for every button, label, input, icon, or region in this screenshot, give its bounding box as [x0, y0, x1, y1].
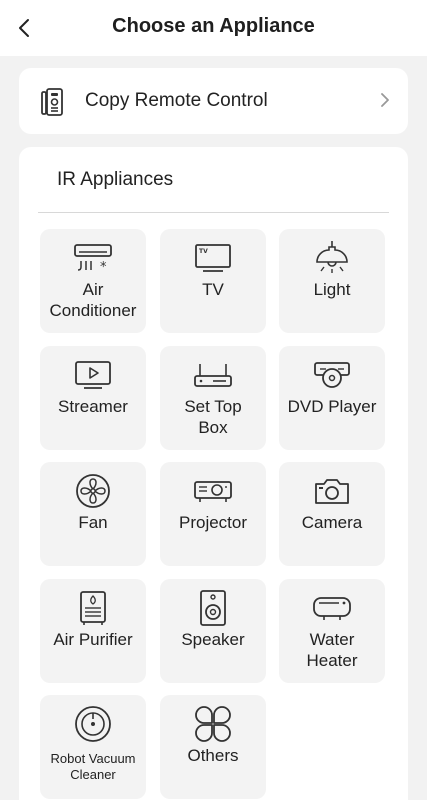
appliance-label: TV — [202, 280, 224, 299]
appliance-air-conditioner[interactable]: * Air Conditioner — [40, 229, 146, 333]
remote-copy-icon — [41, 87, 65, 117]
appliance-streamer[interactable]: Streamer — [40, 346, 146, 450]
appliance-label: Air Purifier — [53, 630, 133, 649]
streamer-icon — [75, 361, 111, 389]
appliance-set-top-box[interactable]: Set Top Box — [160, 346, 266, 450]
appliance-label: Air Conditioner — [49, 280, 137, 320]
svg-text:*: * — [100, 260, 107, 273]
set-top-box-icon — [194, 364, 232, 387]
appliance-label: Fan — [78, 513, 108, 532]
ir-appliances-card: IR Appliances * Air Conditioner TV TV Li… — [19, 147, 408, 800]
fan-icon — [76, 474, 110, 508]
appliance-label: Camera — [301, 513, 363, 532]
appliance-label: DVD Player — [287, 397, 377, 416]
appliance-air-purifier[interactable]: Air Purifier — [40, 579, 146, 683]
appliance-robot-vacuum-cleaner[interactable]: Robot Vacuum Cleaner — [40, 695, 146, 799]
appliance-label: Speaker — [181, 630, 245, 649]
divider — [38, 212, 389, 213]
appliance-water-heater[interactable]: Water Heater — [279, 579, 385, 683]
water-heater-icon — [313, 597, 351, 620]
appliance-speaker[interactable]: Speaker — [160, 579, 266, 683]
appliance-fan[interactable]: Fan — [40, 462, 146, 566]
section-title: IR Appliances — [57, 169, 174, 190]
appliance-label: Streamer — [58, 397, 128, 416]
appliance-label: Projector — [178, 513, 248, 532]
appliance-others[interactable]: Others — [160, 695, 266, 799]
appliance-label: Robot Vacuum Cleaner — [50, 751, 136, 782]
appliance-dvd-player[interactable]: DVD Player — [279, 346, 385, 450]
tv-icon: TV — [195, 244, 231, 272]
appliance-label: Light — [313, 280, 351, 299]
others-icon — [195, 706, 231, 742]
svg-text:TV: TV — [199, 248, 208, 255]
appliance-label: Set Top Box — [184, 397, 242, 437]
page-title: Choose an Appliance — [112, 15, 315, 37]
appliance-tv[interactable]: TV TV — [160, 229, 266, 333]
speaker-icon — [200, 590, 226, 626]
air-purifier-icon — [80, 591, 106, 625]
appliance-label: Others — [187, 746, 239, 765]
light-icon — [316, 241, 348, 273]
air-conditioner-icon: * — [74, 244, 112, 273]
robot-vacuum-icon — [75, 706, 111, 742]
appliance-label: Water Heater — [306, 630, 358, 670]
appliance-light[interactable]: Light — [279, 229, 385, 333]
chevron-right-icon — [380, 92, 390, 108]
copy-remote-label: Copy Remote Control — [85, 90, 268, 111]
dvd-player-icon — [314, 362, 350, 388]
camera-icon — [315, 479, 349, 504]
copy-remote-control-button[interactable]: Copy Remote Control — [19, 68, 408, 134]
appliance-projector[interactable]: Projector — [160, 462, 266, 566]
appliance-camera[interactable]: Camera — [279, 462, 385, 566]
app-header: Choose an Appliance — [0, 0, 427, 56]
projector-icon — [194, 481, 232, 502]
